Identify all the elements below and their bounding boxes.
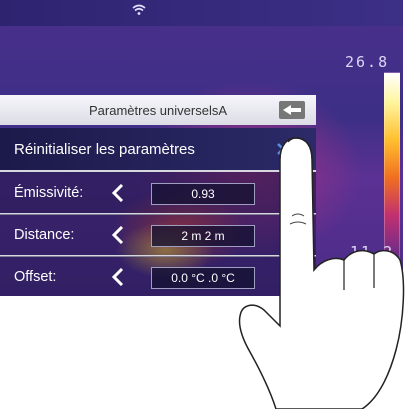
emissivity-label: Émissivité: <box>14 185 84 201</box>
pointing-hand-illustration <box>238 137 405 409</box>
chevron-left-icon[interactable] <box>112 184 124 202</box>
distance-label: Distance: <box>14 227 75 243</box>
offset-label: Offset: <box>14 269 57 285</box>
chevron-left-icon[interactable] <box>112 268 124 286</box>
reset-settings-label: Réinitialiser les paramètres <box>14 140 195 158</box>
wifi-icon <box>132 4 146 20</box>
back-button[interactable] <box>279 101 305 119</box>
temperature-max: 26.8 <box>345 53 390 71</box>
status-bar <box>0 0 403 26</box>
back-arrow-icon <box>283 105 301 115</box>
menu-title: Paramètres universelsA <box>89 102 227 118</box>
chevron-left-icon[interactable] <box>112 226 124 244</box>
